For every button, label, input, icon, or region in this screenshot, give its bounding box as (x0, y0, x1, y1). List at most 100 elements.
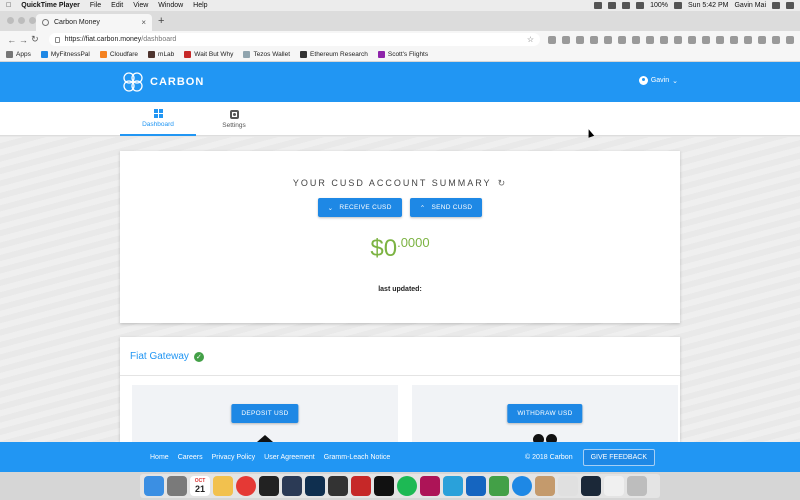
chrome-icon[interactable] (236, 476, 256, 496)
status-icon[interactable] (594, 2, 603, 9)
app-icon[interactable] (420, 476, 440, 496)
user-name: Gavin (650, 77, 670, 84)
calendar-icon[interactable]: OCT 21 (190, 476, 210, 496)
profile-avatar[interactable] (771, 35, 780, 44)
tab-dashboard[interactable]: Dashboard (120, 102, 196, 136)
extension-icon[interactable] (603, 35, 612, 44)
telegram-icon[interactable] (443, 476, 463, 496)
bookmark-myfitnesspal[interactable]: MyFitnessPal (40, 51, 90, 58)
footer-link-home[interactable]: Home (150, 454, 169, 461)
url-bar[interactable]: https://fiat.carbon.money /dashboard ☆ (48, 33, 540, 46)
extension-icon[interactable] (715, 35, 724, 44)
carbon-hexagon-icon (123, 72, 143, 92)
menu-help[interactable]: Help (193, 2, 207, 9)
acrobat-icon[interactable] (351, 476, 371, 496)
menu-app-name[interactable]: QuickTime Player (21, 2, 80, 9)
browser-menu-icon[interactable] (785, 35, 794, 44)
apple-menu[interactable]:  (6, 2, 11, 9)
search-icon[interactable] (772, 2, 780, 9)
status-icon[interactable] (608, 2, 617, 9)
dashboard-icon (153, 108, 163, 118)
menu-icon[interactable] (786, 2, 794, 9)
battery-icon[interactable] (674, 2, 683, 9)
tab-title: Carbon Money (54, 19, 100, 26)
live-icon[interactable] (328, 476, 348, 496)
bookmark-wait-but-why[interactable]: Wait But Why (184, 51, 233, 58)
browser-toolbar: ← → ↻ https://fiat.carbon.money /dashboa… (0, 31, 800, 48)
extension-icon[interactable] (743, 35, 752, 44)
bookmark-scotts-flights[interactable]: Scott's Flights (377, 51, 428, 58)
browser-tab-active[interactable]: Carbon Money × (36, 14, 152, 31)
bookmark-cloudfare[interactable]: Cloudfare (99, 51, 138, 58)
menu-edit[interactable]: Edit (111, 2, 123, 9)
spotify-icon[interactable] (397, 476, 417, 496)
vscode-icon[interactable] (466, 476, 486, 496)
app-icon[interactable] (604, 476, 624, 496)
jx-icon[interactable] (374, 476, 394, 496)
bookmark-tezos-wallet[interactable]: Tezos Wallet (243, 51, 290, 58)
app-icon[interactable] (558, 476, 578, 496)
tab-settings[interactable]: Settings (196, 102, 272, 136)
terminal-icon[interactable] (259, 476, 279, 496)
trash-icon[interactable] (627, 476, 647, 496)
menubar-user[interactable]: Gavin Mai (734, 2, 766, 9)
menu-window[interactable]: Window (158, 2, 183, 9)
safari-icon[interactable] (512, 476, 532, 496)
wifi-icon[interactable] (636, 2, 645, 9)
extension-icon[interactable] (659, 35, 668, 44)
minimize-window-button[interactable] (18, 17, 25, 24)
footer-link-careers[interactable]: Careers (178, 454, 203, 461)
send-cusd-button[interactable]: ⌃ SEND CUSD (409, 198, 483, 217)
footer-link-user-agreement[interactable]: User Agreement (264, 454, 315, 461)
new-tab-button[interactable]: + (158, 15, 164, 27)
menu-file[interactable]: File (90, 2, 101, 9)
forward-icon[interactable]: → (18, 35, 30, 45)
launchpad-icon[interactable] (167, 476, 187, 496)
extension-icon[interactable] (561, 35, 570, 44)
finder-icon[interactable] (144, 476, 164, 496)
extension-icon[interactable] (757, 35, 766, 44)
withdraw-usd-button[interactable]: WITHDRAW USD (507, 404, 583, 423)
footer-link-privacy-policy[interactable]: Privacy Policy (212, 454, 256, 461)
status-icon[interactable] (622, 2, 631, 9)
footer-link-gramm-leach-notice[interactable]: Gramm-Leach Notice (324, 454, 391, 461)
maximize-window-button[interactable] (29, 17, 36, 24)
photoshop-icon[interactable] (305, 476, 325, 496)
extension-icon[interactable] (645, 35, 654, 44)
extension-icon[interactable] (729, 35, 738, 44)
user-menu[interactable]: Gavin ⌄ (638, 76, 678, 85)
lightroom-icon[interactable] (282, 476, 302, 496)
menubar-clock[interactable]: Sun 5:42 PM (688, 2, 728, 9)
app-icon[interactable] (535, 476, 555, 496)
footer-right: © 2018 Carbon GIVE FEEDBACK (525, 448, 655, 466)
back-icon[interactable]: ← (6, 35, 18, 45)
tab-close-icon[interactable]: × (141, 18, 146, 27)
deposit-usd-button[interactable]: DEPOSIT USD (231, 404, 299, 423)
bookmark-mlab[interactable]: mLab (148, 51, 174, 58)
extension-icon[interactable] (547, 35, 556, 44)
receive-cusd-button[interactable]: ⌄ RECEIVE CUSD (317, 198, 402, 217)
bookmark-label: Apps (16, 51, 31, 58)
bookmark-apps[interactable]: Apps (6, 51, 31, 58)
mongodb-icon[interactable] (489, 476, 509, 496)
give-feedback-button[interactable]: GIVE FEEDBACK (582, 448, 655, 466)
extension-icon[interactable] (575, 35, 584, 44)
tab-label: Settings (222, 121, 246, 129)
extension-icon[interactable] (589, 35, 598, 44)
photos-icon[interactable] (213, 476, 233, 496)
refresh-icon[interactable]: ↻ (498, 178, 508, 189)
steam-icon[interactable] (581, 476, 601, 496)
fiat-gateway-card: Fiat Gateway ✓ DEPOSIT USD WITHDRAW USD (120, 337, 680, 445)
extension-icon[interactable] (673, 35, 682, 44)
close-window-button[interactable] (7, 17, 14, 24)
reload-icon[interactable]: ↻ (29, 34, 41, 45)
extension-icon[interactable] (631, 35, 640, 44)
extension-icon[interactable] (617, 35, 626, 44)
bookmark-ethereum-research[interactable]: Ethereum Research (300, 51, 368, 58)
extension-icon[interactable] (701, 35, 710, 44)
menu-view[interactable]: View (133, 2, 148, 9)
battery-percent[interactable]: 100% (650, 2, 668, 9)
bookmark-star-icon[interactable]: ☆ (527, 35, 534, 44)
carbon-logo[interactable]: CARBON (122, 71, 204, 93)
extension-icon[interactable] (687, 35, 696, 44)
